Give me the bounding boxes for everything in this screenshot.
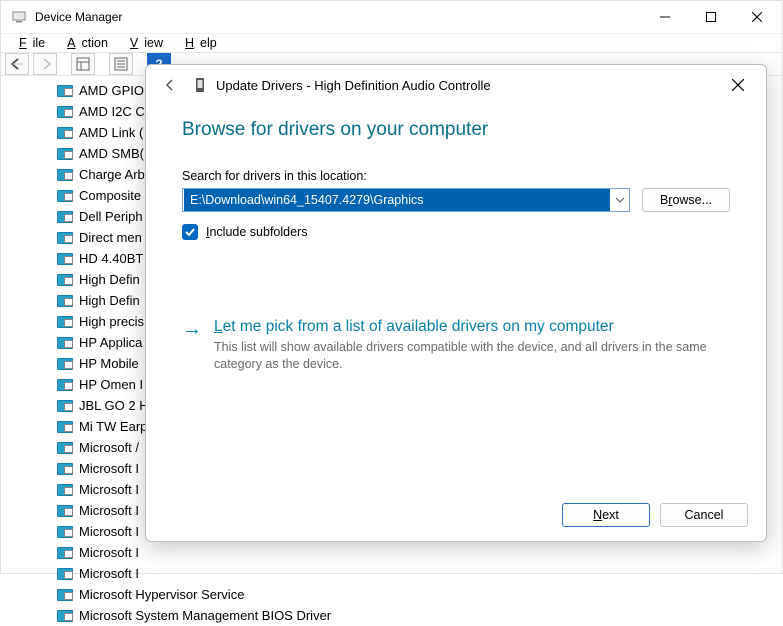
device-item-icon bbox=[57, 526, 73, 538]
path-combobox[interactable]: E:\Download\win64_15407.4279\Graphics bbox=[182, 188, 630, 212]
pick-from-list-option[interactable]: → Let me pick from a list of available d… bbox=[182, 318, 730, 373]
device-item-icon bbox=[57, 85, 73, 97]
arrow-right-icon: → bbox=[182, 318, 202, 373]
tree-item-label: Microsoft I bbox=[79, 479, 139, 500]
device-item-icon bbox=[57, 463, 73, 475]
dialog-title: Update Drivers - High Definition Audio C… bbox=[216, 78, 491, 93]
tree-item-label: Dell Periph bbox=[79, 206, 143, 227]
chevron-down-icon[interactable] bbox=[611, 189, 629, 211]
tree-item-label: HD 4.40BT bbox=[79, 248, 143, 269]
tree-item-label: High Defin bbox=[79, 269, 140, 290]
tree-item-label: Mi TW Earp bbox=[79, 416, 147, 437]
tree-item-label: AMD GPIO bbox=[79, 80, 144, 101]
pick-link-text: Let me pick from a list of available dri… bbox=[214, 318, 714, 336]
pick-description: This list will show available drivers co… bbox=[214, 339, 714, 373]
device-manager-window: Device Manager File Action View Help ? A… bbox=[0, 0, 783, 574]
device-item-icon bbox=[57, 316, 73, 328]
tree-item-label: HP Omen I bbox=[79, 374, 143, 395]
device-item-icon bbox=[57, 127, 73, 139]
device-item-icon bbox=[57, 106, 73, 118]
device-item-icon bbox=[57, 421, 73, 433]
tree-item-label: Direct men bbox=[79, 227, 142, 248]
device-item-icon bbox=[57, 379, 73, 391]
tree-item-label: AMD Link ( bbox=[79, 122, 143, 143]
toolbar-icon-1[interactable] bbox=[71, 53, 95, 75]
dialog-heading: Browse for drivers on your computer bbox=[182, 119, 730, 141]
device-item-icon bbox=[57, 442, 73, 454]
device-item-icon bbox=[57, 148, 73, 160]
tree-item-label: AMD I2C C bbox=[79, 101, 145, 122]
tree-item-label: High precis bbox=[79, 311, 144, 332]
menu-help[interactable]: Help bbox=[173, 34, 223, 52]
tree-item-label: Composite bbox=[79, 185, 141, 206]
close-button[interactable] bbox=[734, 1, 780, 33]
browse-button[interactable]: Browse... bbox=[642, 188, 730, 212]
tree-item-label: Microsoft I bbox=[79, 500, 139, 521]
tree-item-label: JBL GO 2 H bbox=[79, 395, 149, 416]
menu-action[interactable]: Action bbox=[55, 34, 114, 52]
titlebar: Device Manager bbox=[1, 1, 782, 34]
device-item-icon bbox=[57, 169, 73, 181]
tree-item-label: Charge Arb bbox=[79, 164, 145, 185]
device-item-icon bbox=[57, 547, 73, 559]
device-manager-icon bbox=[11, 9, 27, 25]
search-label: Search for drivers in this location: bbox=[182, 169, 730, 183]
device-item-icon bbox=[57, 211, 73, 223]
tree-item-label: Microsoft I bbox=[79, 458, 139, 479]
device-item-icon bbox=[57, 253, 73, 265]
cancel-button[interactable]: Cancel bbox=[660, 503, 748, 527]
device-item-icon bbox=[57, 610, 73, 622]
include-subfolders-checkbox[interactable] bbox=[182, 224, 198, 240]
menubar: File Action View Help bbox=[1, 34, 782, 52]
device-item-icon bbox=[57, 400, 73, 412]
tree-item[interactable]: Microsoft Hypervisor Service bbox=[57, 584, 782, 605]
dialog-footer: Next Cancel bbox=[146, 489, 766, 541]
tree-item-label: Microsoft I bbox=[79, 542, 139, 563]
maximize-button[interactable] bbox=[688, 1, 734, 33]
tree-item-label: Microsoft / bbox=[79, 437, 139, 458]
menu-file[interactable]: File bbox=[7, 34, 51, 52]
tree-item-label: Microsoft I bbox=[79, 521, 139, 542]
device-item-icon bbox=[57, 484, 73, 496]
forward-button[interactable] bbox=[33, 53, 57, 75]
update-drivers-dialog: Update Drivers - High Definition Audio C… bbox=[145, 64, 767, 542]
tree-item-label: AMD SMB( bbox=[79, 143, 144, 164]
tree-item-label: High Defin bbox=[79, 290, 140, 311]
tree-item-label: Microsoft Hypervisor Service bbox=[79, 584, 244, 605]
device-item-icon bbox=[57, 232, 73, 244]
device-item-icon bbox=[57, 337, 73, 349]
dialog-close-button[interactable] bbox=[720, 71, 756, 99]
tree-item-label: Microsoft System Management BIOS Driver bbox=[79, 605, 331, 626]
device-item-icon bbox=[57, 274, 73, 286]
dialog-titlebar: Update Drivers - High Definition Audio C… bbox=[146, 65, 766, 105]
tree-item[interactable]: Microsoft System Management BIOS Driver bbox=[57, 605, 782, 626]
device-item-icon bbox=[57, 358, 73, 370]
include-subfolders-label: Include subfolders bbox=[206, 225, 307, 239]
path-value[interactable]: E:\Download\win64_15407.4279\Graphics bbox=[184, 189, 610, 211]
next-button[interactable]: Next bbox=[562, 503, 650, 527]
tree-item-label: HP Mobile bbox=[79, 353, 139, 374]
toolbar-icon-2[interactable] bbox=[109, 53, 133, 75]
device-item-icon bbox=[57, 190, 73, 202]
device-item-icon bbox=[57, 505, 73, 517]
tree-item-label: HP Applica bbox=[79, 332, 142, 353]
content-pane: AMD GPIOAMD I2C CAMD Link (AMD SMB(Charg… bbox=[1, 76, 782, 626]
tree-item[interactable]: Microsoft I bbox=[57, 542, 782, 563]
device-icon bbox=[192, 77, 208, 93]
minimize-button[interactable] bbox=[642, 1, 688, 33]
menu-view[interactable]: View bbox=[118, 34, 169, 52]
device-item-icon bbox=[57, 589, 73, 601]
back-button[interactable] bbox=[5, 53, 29, 75]
dialog-back-button[interactable] bbox=[156, 71, 184, 99]
window-title: Device Manager bbox=[35, 10, 122, 24]
device-item-icon bbox=[57, 295, 73, 307]
